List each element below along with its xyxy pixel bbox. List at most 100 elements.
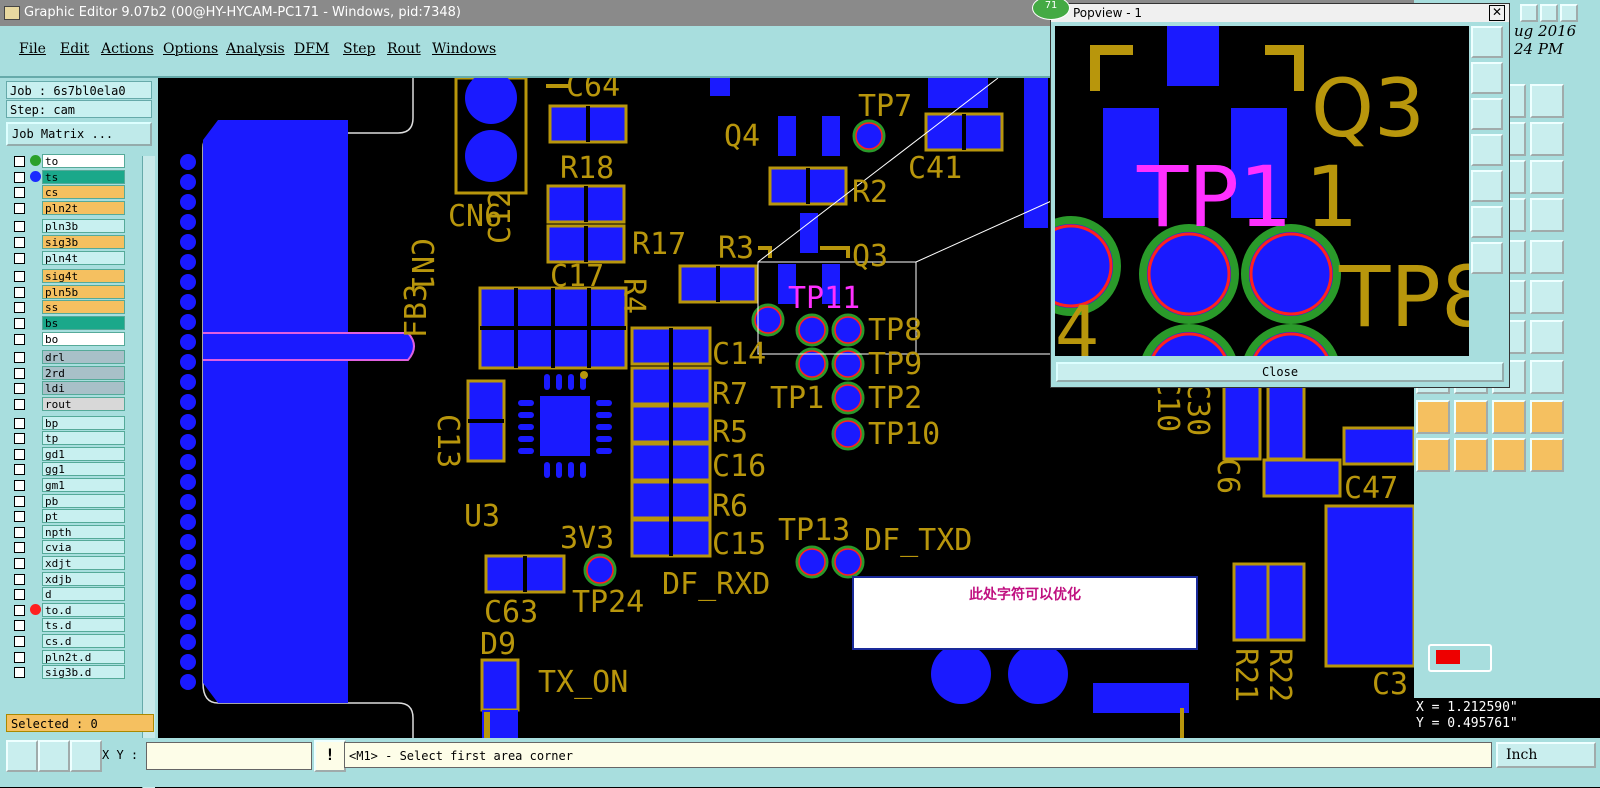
layer-checkbox[interactable] [14,271,25,283]
layer-row[interactable]: pln2t [8,200,126,215]
grid-icon[interactable] [70,740,102,772]
layer-row[interactable]: tp [8,431,126,446]
tool-button[interactable] [1454,400,1488,434]
layer-row[interactable]: rout [8,397,126,411]
menu-windows[interactable]: Windows [432,41,496,57]
menu-step[interactable]: Step [343,41,375,57]
angle-icon[interactable] [38,740,70,772]
layer-row[interactable]: sig3b.d [8,665,126,680]
layer-checkbox[interactable] [14,221,25,233]
layer-row[interactable]: ts.d [8,618,126,633]
menu-actions[interactable]: Actions [101,41,154,57]
layer-row[interactable]: 2rd [8,365,126,380]
layer-checkbox[interactable] [14,448,25,460]
layer-row[interactable]: xdjb [8,571,126,586]
layer-checkbox[interactable] [14,651,25,663]
tool-button[interactable] [1492,400,1526,434]
layer-row[interactable]: cvia [8,540,126,555]
layer-row[interactable]: cs [8,185,126,200]
popview-pan-up-icon[interactable] [1471,62,1503,94]
layer-row[interactable]: to [8,154,126,168]
layer-row[interactable]: pln3b [8,219,126,234]
layer-checkbox[interactable] [14,202,25,214]
tool-button[interactable] [1530,400,1564,434]
layer-checkbox[interactable] [14,318,25,329]
popview-center-icon[interactable] [1471,242,1503,274]
layer-row[interactable]: bp [8,415,126,430]
tool-button[interactable] [1530,320,1564,354]
menu-analysis[interactable]: Analysis [226,41,285,57]
layer-checkbox[interactable] [14,367,25,379]
tool-button[interactable] [1530,84,1564,118]
layer-row[interactable]: d [8,587,126,602]
layer-checkbox[interactable] [14,558,25,569]
xy-input[interactable] [146,742,312,770]
menu-options[interactable]: Options [163,41,218,57]
snap-grid-icon[interactable] [6,740,38,772]
layer-row[interactable]: ss [8,300,126,315]
popview-pan-down-icon[interactable] [1471,98,1503,130]
tool-button[interactable] [1530,160,1564,194]
layer-checkbox[interactable] [14,667,25,679]
popview-fit-icon[interactable] [1471,206,1503,238]
layer-checkbox[interactable] [14,333,25,345]
tool-button[interactable] [1416,400,1450,434]
alert-icon[interactable]: ! [314,740,346,772]
layer-row[interactable]: pb [8,493,126,508]
layer-checkbox[interactable] [14,237,25,248]
layer-checkbox[interactable] [14,383,25,395]
layer-checkbox[interactable] [14,156,25,167]
layer-row[interactable]: bs [8,316,126,330]
menu-edit[interactable]: Edit [60,41,89,57]
layer-row[interactable]: bo [8,331,126,346]
popview-pan-right-icon[interactable] [1471,170,1503,202]
layer-row[interactable]: cs.d [8,634,126,648]
menu-dfm[interactable]: DFM [294,41,329,57]
layer-checkbox[interactable] [14,399,25,410]
layer-row[interactable]: pln5b [8,284,126,299]
layer-checkbox[interactable] [14,252,25,264]
tool-button[interactable] [1530,360,1564,394]
layer-row[interactable]: xdjt [8,556,126,570]
layer-row[interactable]: ts [8,169,126,184]
tool-button[interactable] [1492,438,1526,472]
layer-checkbox[interactable] [14,526,25,538]
tool-button[interactable] [1530,198,1564,232]
layer-row[interactable]: sig4t [8,269,126,284]
layer-checkbox[interactable] [14,187,25,199]
layer-row[interactable]: pt [8,509,126,524]
layer-checkbox[interactable] [14,417,25,429]
popview-close-icon[interactable]: ✕ [1489,5,1505,21]
job-matrix-button[interactable]: Job Matrix ... [6,122,152,146]
layer-checkbox[interactable] [14,636,25,647]
tool-button[interactable] [1416,438,1450,472]
layer-checkbox[interactable] [14,352,25,364]
popview-close-button[interactable]: Close [1056,362,1504,382]
layer-checkbox[interactable] [14,620,25,632]
layer-checkbox[interactable] [14,573,25,585]
layer-checkbox[interactable] [14,589,25,601]
layer-checkbox[interactable] [14,433,25,445]
layer-checkbox[interactable] [14,511,25,523]
tool-button[interactable] [1530,240,1564,274]
tool-button[interactable] [1530,438,1564,472]
layer-row[interactable]: gm1 [8,478,126,492]
layer-row[interactable]: ldi [8,381,126,396]
layer-row[interactable]: pln2t.d [8,649,126,664]
layer-checkbox[interactable] [14,171,25,183]
layer-checkbox[interactable] [14,302,25,314]
layer-row[interactable]: to.d [8,602,126,617]
popview-zoom-icon[interactable] [1471,26,1503,58]
layer-checkbox[interactable] [14,286,25,298]
menu-rout[interactable]: Rout [387,41,421,57]
layer-checkbox[interactable] [14,495,25,507]
layer-scrollbar[interactable] [142,156,155,788]
layer-row[interactable]: pln4t [8,250,126,265]
layer-checkbox[interactable] [14,464,25,476]
layer-row[interactable]: sig3b [8,235,126,249]
popview-pan-left-icon[interactable] [1471,134,1503,166]
tool-button[interactable] [1530,122,1564,156]
minimize-button[interactable] [1520,4,1538,22]
tool-button[interactable] [1454,438,1488,472]
layer-checkbox[interactable] [14,604,25,616]
